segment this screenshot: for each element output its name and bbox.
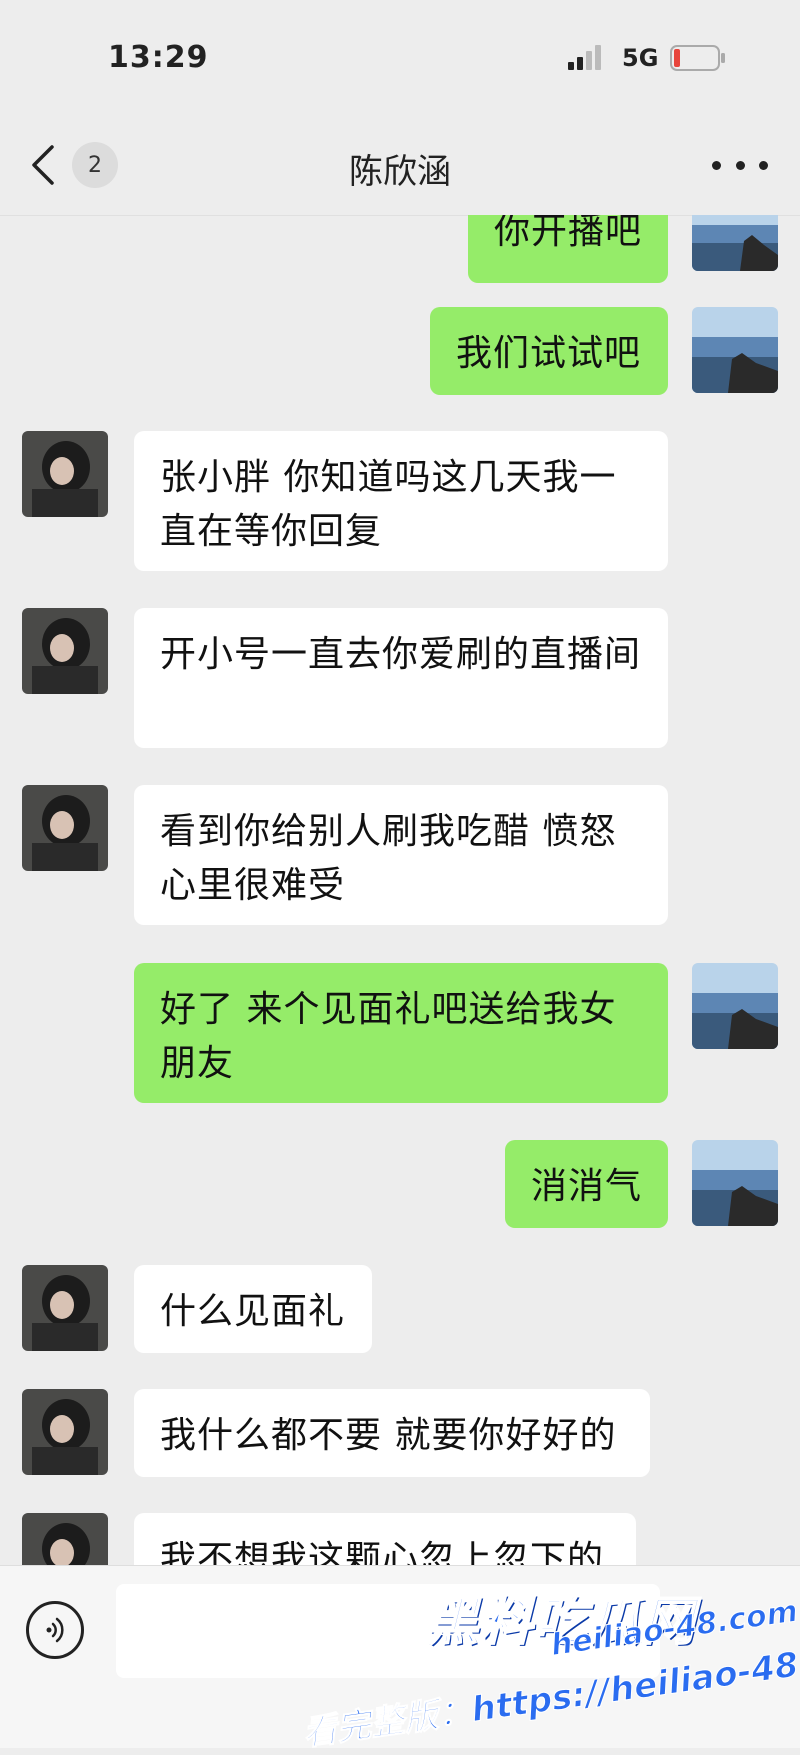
- message-bubble[interactable]: 开小号一直去你爱刷的直播间: [134, 608, 668, 748]
- contact-avatar[interactable]: [22, 1513, 108, 1565]
- contact-avatar-image: [22, 431, 108, 517]
- my-avatar-image: [692, 963, 778, 1049]
- my-avatar[interactable]: [692, 215, 778, 271]
- chat-title: 陈欣涵: [349, 152, 451, 192]
- more-dots-icon: [759, 160, 768, 170]
- my-avatar-image: [692, 1140, 778, 1226]
- contact-avatar-image: [22, 1265, 108, 1351]
- my-avatar-image: [692, 307, 778, 393]
- cellular-signal-icon: [568, 45, 601, 70]
- message-bubble[interactable]: 什么见面礼: [134, 1265, 372, 1353]
- contact-avatar[interactable]: [22, 1265, 108, 1351]
- message-list[interactable]: 你开播吧 我们试试吧 张小胖 你知道吗这几天我一直在等你回复 开小号一直去你爱刷…: [0, 215, 800, 1565]
- contact-avatar-image: [22, 1513, 108, 1565]
- message-bubble[interactable]: 我什么都不要 就要你好好的: [134, 1389, 650, 1477]
- message-bubble[interactable]: 我们试试吧: [430, 307, 668, 395]
- more-dots-icon: [735, 160, 745, 170]
- more-options-button[interactable]: [712, 148, 768, 182]
- contact-avatar-image: [22, 608, 108, 694]
- message-bubble[interactable]: 看到你给别人刷我吃醋 愤怒心里很难受: [134, 785, 668, 925]
- status-time: 13:29: [108, 40, 209, 75]
- contact-avatar[interactable]: [22, 608, 108, 694]
- battery-low-icon: [670, 45, 725, 71]
- my-avatar-image: [692, 215, 778, 271]
- contact-avatar-image: [22, 1389, 108, 1475]
- contact-avatar[interactable]: [22, 785, 108, 871]
- status-bar: 13:29 5G: [0, 0, 800, 110]
- contact-avatar[interactable]: [22, 1389, 108, 1475]
- message-bubble[interactable]: 消消气: [505, 1140, 668, 1228]
- my-avatar[interactable]: [692, 307, 778, 393]
- message-bubble[interactable]: 你开播吧: [468, 215, 668, 283]
- message-input[interactable]: [116, 1584, 660, 1678]
- voice-wave-icon: [46, 1617, 64, 1643]
- contact-avatar-image: [22, 785, 108, 871]
- chat-input-bar: [0, 1565, 800, 1748]
- message-bubble[interactable]: 好了 来个见面礼吧送给我女朋友: [134, 963, 668, 1103]
- more-dots-icon: [712, 160, 721, 170]
- chat-header: 2 陈欣涵: [0, 110, 800, 216]
- voice-input-button[interactable]: [26, 1601, 84, 1659]
- my-avatar[interactable]: [692, 963, 778, 1049]
- message-bubble[interactable]: 张小胖 你知道吗这几天我一直在等你回复: [134, 431, 668, 571]
- my-avatar[interactable]: [692, 1140, 778, 1226]
- message-bubble[interactable]: 我不想我这颗心忽上忽下的: [134, 1513, 636, 1565]
- network-label: 5G: [622, 44, 659, 72]
- contact-avatar[interactable]: [22, 431, 108, 517]
